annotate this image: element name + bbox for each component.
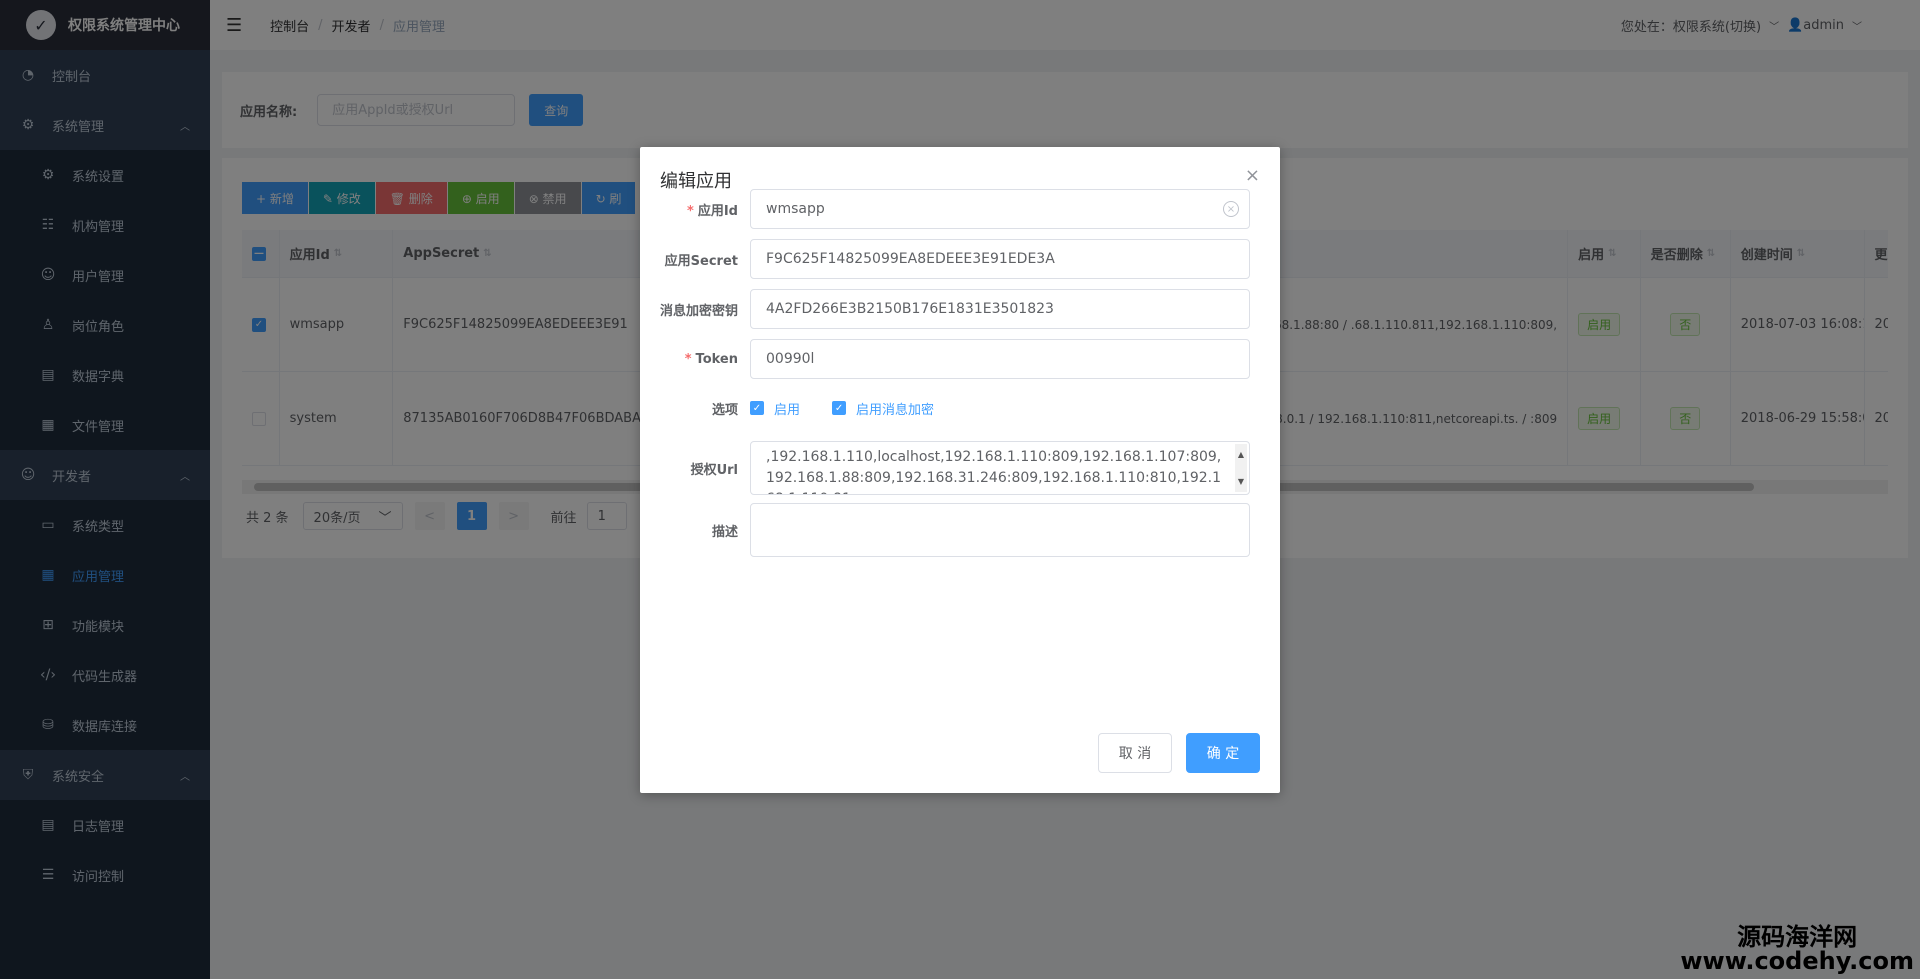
textarea-scrollbar[interactable]: ▲ ▼ — [1235, 444, 1247, 492]
encrypt-key-input[interactable]: 4A2FD266E3B2150B176E1831E3501823 — [750, 289, 1250, 329]
form-row-app-id: * 应用Id wmsapp × — [640, 189, 1280, 229]
form-row-encrypt-key: 消息加密密钥 4A2FD266E3B2150B176E1831E3501823 — [640, 289, 1280, 329]
token-input[interactable]: 00990l — [750, 339, 1250, 379]
form-row-description: 描述 — [640, 503, 1280, 557]
form-row-options: 选项 ✓ 启用 ✓ 启用消息加密 — [640, 393, 1280, 423]
clear-icon[interactable]: × — [1223, 201, 1239, 217]
form-row-app-secret: 应用Secret F9C625F14825099EA8EDEEE3E91EDE3… — [640, 239, 1280, 279]
app-id-input[interactable]: wmsapp × — [750, 189, 1250, 229]
form-row-auth-url: 授权Url ,192.168.1.110,localhost,192.168.1… — [640, 441, 1280, 495]
form-row-token: * Token 00990l — [640, 339, 1280, 379]
description-textarea[interactable] — [750, 503, 1250, 557]
arrow-up-icon[interactable]: ▲ — [1238, 444, 1244, 465]
watermark: 源码海洋网 www.codehy.com — [1680, 923, 1914, 975]
close-icon[interactable]: × — [1245, 165, 1260, 186]
confirm-button[interactable]: 确 定 — [1186, 733, 1260, 773]
encrypt-checkbox[interactable]: ✓ 启用消息加密 — [832, 399, 934, 418]
checkbox-checked-icon: ✓ — [750, 401, 764, 415]
app-secret-input[interactable]: F9C625F14825099EA8EDEEE3E91EDE3A — [750, 239, 1250, 279]
cancel-button[interactable]: 取 消 — [1098, 733, 1172, 773]
auth-url-textarea[interactable]: ,192.168.1.110,localhost,192.168.1.110:8… — [750, 441, 1250, 495]
enable-checkbox[interactable]: ✓ 启用 — [750, 399, 800, 418]
checkbox-checked-icon: ✓ — [832, 401, 847, 415]
edit-app-dialog: 编辑应用 × * 应用Id wmsapp × 应用Secret F9C625F148… — [640, 147, 1280, 793]
dialog-footer: 取 消 确 定 — [1098, 733, 1260, 773]
arrow-down-icon[interactable]: ▼ — [1238, 471, 1244, 492]
